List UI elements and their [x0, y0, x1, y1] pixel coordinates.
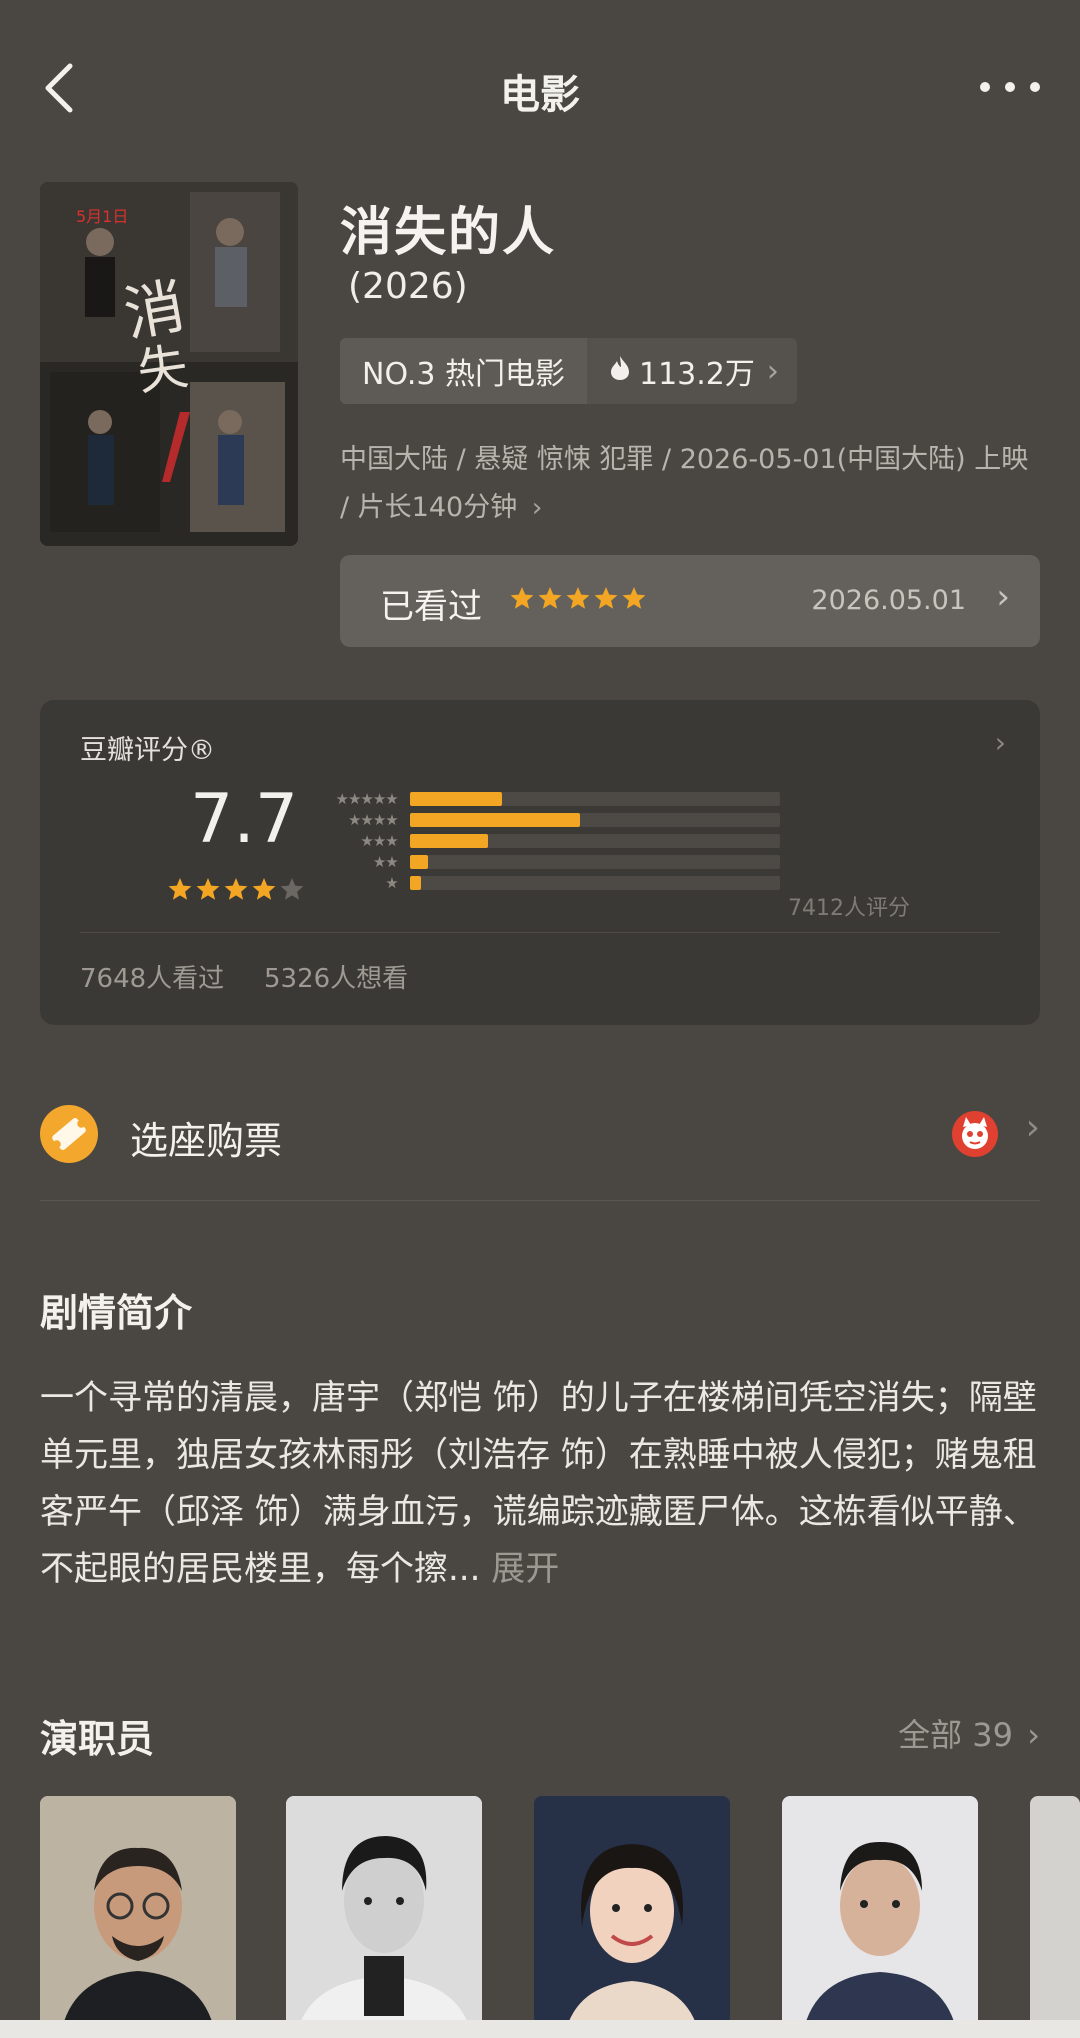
star-icon: ★★★★: [347, 810, 399, 829]
ticket-icon: [40, 1105, 98, 1163]
rating-distribution: ★★★★★ ★★★★ ★★★ ★★ ★: [330, 788, 780, 893]
rank-badge[interactable]: NO.3 热门电影: [340, 338, 587, 404]
cast-photo[interactable]: [1030, 1796, 1080, 2038]
cast-title: 演职员: [40, 1717, 155, 1761]
more-dots-icon: [980, 82, 990, 92]
want-count[interactable]: 5326人想看: [264, 958, 408, 995]
svg-text:5月1日: 5月1日: [76, 207, 128, 226]
seen-count[interactable]: 7648人看过: [80, 958, 224, 995]
distribution-row: ★★: [330, 851, 780, 872]
cast-all-link[interactable]: 全部 39 ›: [898, 1710, 1040, 1756]
chevron-right-icon: ›: [1027, 1716, 1040, 1754]
more-button[interactable]: [980, 62, 1040, 112]
distribution-bar: [409, 854, 429, 869]
chevron-right-icon: ›: [996, 577, 1010, 617]
cast-photo[interactable]: [40, 1796, 236, 2038]
movie-meta-text: 中国大陆 / 悬疑 惊悚 犯罪 / 2026-05-01(中国大陆) 上映 / …: [340, 444, 1029, 523]
star-icon: [510, 587, 534, 609]
cast-photo[interactable]: [286, 1796, 482, 2038]
chevron-right-icon: ›: [1025, 1107, 1040, 1148]
synopsis-text-block[interactable]: 一个寻常的清晨，唐宇（郑恺 饰）的儿子在楼梯间凭空消失；隔壁单元里，独居女孩林雨…: [40, 1370, 1040, 1598]
distribution-track: [409, 791, 780, 806]
expand-link[interactable]: 展开: [491, 1549, 559, 1589]
movie-year: (2026): [348, 266, 468, 307]
cast-all-label: 全部 39: [898, 1716, 1014, 1754]
star-icon: [196, 878, 220, 900]
synopsis-title: 剧情简介: [40, 1291, 193, 1335]
star-icon: ★★: [372, 852, 399, 871]
distribution-track: [409, 812, 780, 827]
chevron-right-icon: ›: [531, 493, 543, 523]
heat-value: 113.2万: [639, 357, 755, 392]
movie-poster[interactable]: 消 失 5月1日: [40, 182, 298, 546]
rating-score: 7.7: [190, 780, 299, 859]
user-rating-stars: [510, 585, 660, 617]
star-icon: ★: [385, 873, 398, 892]
distribution-track: [409, 875, 780, 890]
star-icon: [224, 878, 248, 900]
star-icon: ★★★: [360, 831, 398, 850]
maoyan-cat-icon: [952, 1111, 998, 1157]
watched-date: 2026.05.01: [811, 585, 966, 616]
buy-ticket-label: 选座购票: [130, 1119, 283, 1163]
star-icon: [594, 587, 618, 609]
flame-icon: [609, 354, 631, 389]
star-icon: [168, 878, 192, 900]
star-icon: [538, 587, 562, 609]
rank-row[interactable]: NO.3 热门电影 113.2万 ›: [340, 338, 797, 404]
distribution-bar: [409, 812, 581, 827]
cast-list: [40, 1796, 1080, 2038]
star-icon: [280, 878, 304, 900]
divider: [80, 932, 1000, 933]
distribution-row: ★★★★: [330, 809, 780, 830]
distribution-track: [409, 854, 780, 869]
page-title: 电影: [500, 72, 580, 118]
buy-ticket-row[interactable]: 选座购票 ›: [40, 1085, 1040, 1185]
divider: [40, 1200, 1040, 1201]
distribution-bar: [409, 875, 421, 890]
distribution-row: ★: [330, 872, 780, 893]
distribution-row: ★★★: [330, 830, 780, 851]
heat-badge[interactable]: 113.2万 ›: [587, 338, 797, 404]
watched-status-bar[interactable]: 已看过 2026.05.01 ›: [340, 555, 1040, 647]
star-icon: [252, 878, 276, 900]
distribution-row: ★★★★★: [330, 788, 780, 809]
distribution-bar: [409, 791, 503, 806]
distribution-bar: [409, 833, 488, 848]
movie-meta[interactable]: 中国大陆 / 悬疑 惊悚 犯罪 / 2026-05-01(中国大陆) 上映 / …: [340, 436, 1040, 532]
douban-rating-card[interactable]: 豆瓣评分® › 7.7 ★★★★★ ★★★★ ★★★ ★★ ★ 7412人评分 7648…: [40, 700, 1040, 1025]
rating-label: 豆瓣评分®: [80, 735, 215, 766]
watched-label: 已看过: [380, 587, 482, 627]
bottom-bar: [0, 2020, 1080, 2038]
star-icon: ★★★★★: [335, 789, 399, 808]
star-icon: [566, 587, 590, 609]
cast-photo[interactable]: [782, 1796, 978, 2038]
rating-stars: [168, 876, 318, 908]
top-bar: 电影: [0, 0, 1080, 170]
rating-count: 7412人评分: [788, 896, 910, 921]
star-icon: [622, 587, 646, 609]
chevron-right-icon: ›: [766, 353, 779, 389]
svg-text:失: 失: [134, 337, 192, 401]
chevron-right-icon: ›: [994, 726, 1006, 759]
cast-photo[interactable]: [534, 1796, 730, 2038]
movie-title: 消失的人: [340, 203, 557, 263]
distribution-track: [409, 833, 780, 848]
